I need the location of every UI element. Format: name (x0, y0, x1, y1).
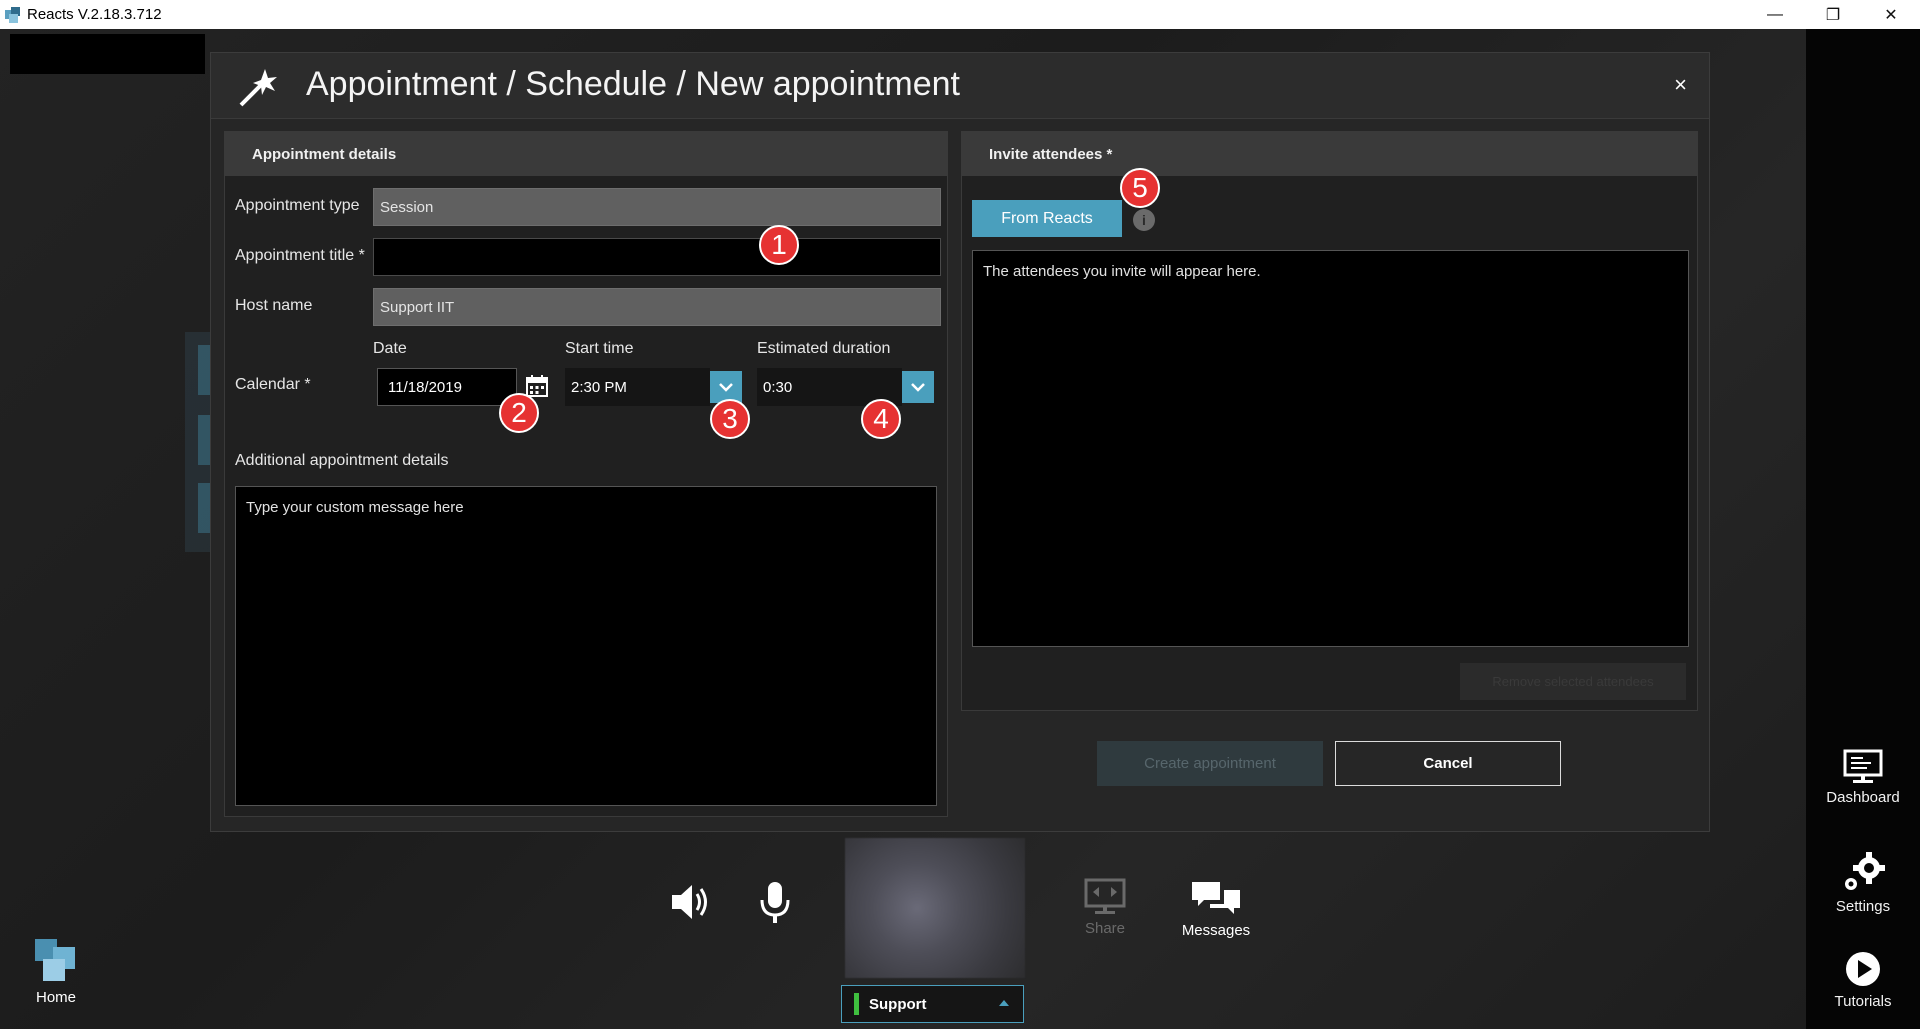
home-nav[interactable]: Home (18, 935, 94, 1006)
invite-attendees-heading: Invite attendees * (962, 132, 1697, 176)
magic-wand-icon (239, 69, 277, 107)
close-window-button[interactable]: ✕ (1862, 0, 1920, 29)
attendees-list: The attendees you invite will appear her… (972, 250, 1689, 647)
minimize-button[interactable]: — (1746, 0, 1804, 29)
messages-button[interactable]: Messages (1176, 878, 1256, 939)
app-logo-icon (5, 6, 21, 23)
window-title: Reacts V.2.18.3.712 (27, 6, 162, 23)
appointment-type-label: Appointment type (235, 197, 360, 214)
microphone-button[interactable] (750, 880, 800, 930)
duration-label: Estimated duration (757, 340, 891, 357)
new-appointment-dialog: Appointment / Schedule / New appointment… (210, 52, 1710, 832)
settings-nav[interactable]: Settings (1806, 850, 1920, 915)
duration-dropdown-button[interactable] (902, 371, 934, 403)
support-status-selector[interactable]: Support (841, 985, 1024, 1023)
start-time-dropdown-button[interactable] (710, 371, 742, 403)
redacted-area (10, 34, 205, 74)
from-reacts-button[interactable]: From Reacts (972, 200, 1122, 237)
speaker-icon (672, 885, 707, 919)
appointment-type-field[interactable]: Session (373, 188, 941, 226)
host-name-field[interactable]: Support IIT (373, 288, 941, 326)
window-titlebar: Reacts V.2.18.3.712 — ❐ ✕ (0, 0, 1920, 29)
info-icon[interactable]: i (1133, 209, 1155, 231)
create-appointment-button[interactable]: Create appointment (1097, 741, 1323, 786)
dialog-close-icon[interactable]: × (1674, 72, 1687, 98)
step-badge-4: 4 (861, 399, 901, 439)
step-badge-2: 2 (499, 393, 539, 433)
dashboard-nav[interactable]: Dashboard (1806, 749, 1920, 806)
background-tile-ghost (198, 483, 210, 533)
chevron-down-icon (719, 383, 733, 392)
cancel-button[interactable]: Cancel (1335, 741, 1561, 786)
tutorials-play-icon (1846, 952, 1880, 986)
invite-attendees-panel: Invite attendees * From Reacts i The att… (961, 131, 1698, 711)
step-badge-3: 3 (710, 399, 750, 439)
tutorials-nav[interactable]: Tutorials (1806, 949, 1920, 1010)
step-badge-5: 5 (1120, 168, 1160, 208)
support-selector-label: Support (869, 995, 927, 1013)
speaker-button[interactable] (665, 880, 715, 928)
appointment-title-input[interactable] (373, 238, 941, 276)
dialog-header: Appointment / Schedule / New appointment… (211, 53, 1709, 119)
home-label: Home (35, 989, 76, 1006)
background-tile-ghost (198, 415, 210, 465)
self-video-preview (845, 838, 1025, 978)
appointment-details-panel: Appointment details Appointment type Ses… (224, 131, 948, 817)
screen-share-icon (1084, 878, 1126, 914)
settings-icon (1845, 852, 1885, 890)
share-label: Share (1084, 920, 1126, 937)
home-cubes-icon (35, 939, 75, 981)
chevron-down-icon (911, 383, 925, 392)
restore-button[interactable]: ❐ (1804, 0, 1862, 29)
chat-bubbles-icon (1192, 882, 1240, 914)
host-name-label: Host name (235, 297, 313, 314)
status-indicator (854, 993, 859, 1015)
dashboard-label: Dashboard (1826, 789, 1900, 806)
microphone-icon (760, 882, 790, 923)
additional-details-textarea[interactable]: Type your custom message here (235, 486, 937, 806)
additional-details-label: Additional appointment details (235, 452, 449, 469)
start-time-label: Start time (565, 340, 634, 357)
background-tile-ghost (198, 345, 210, 395)
tutorials-label: Tutorials (1834, 993, 1892, 1010)
remove-attendees-button[interactable]: Remove selected attendees (1460, 663, 1686, 700)
dialog-title: Appointment / Schedule / New appointment (306, 65, 960, 103)
share-button[interactable]: Share (1075, 878, 1135, 937)
calendar-icon[interactable] (525, 374, 549, 398)
dashboard-icon (1843, 749, 1883, 783)
date-input[interactable]: 11/18/2019 (377, 368, 517, 406)
appointment-title-label: Appointment title * (235, 247, 365, 264)
step-badge-1: 1 (759, 225, 799, 265)
appointment-details-heading: Appointment details (225, 132, 947, 176)
calendar-label: Calendar * (235, 376, 311, 393)
settings-label: Settings (1835, 898, 1891, 915)
date-label: Date (373, 340, 407, 357)
caret-up-icon (999, 1000, 1009, 1006)
messages-label: Messages (1181, 922, 1251, 939)
right-rail: Dashboard Settings Tutorials (1806, 29, 1920, 1029)
start-time-select[interactable]: 2:30 PM (565, 368, 710, 406)
